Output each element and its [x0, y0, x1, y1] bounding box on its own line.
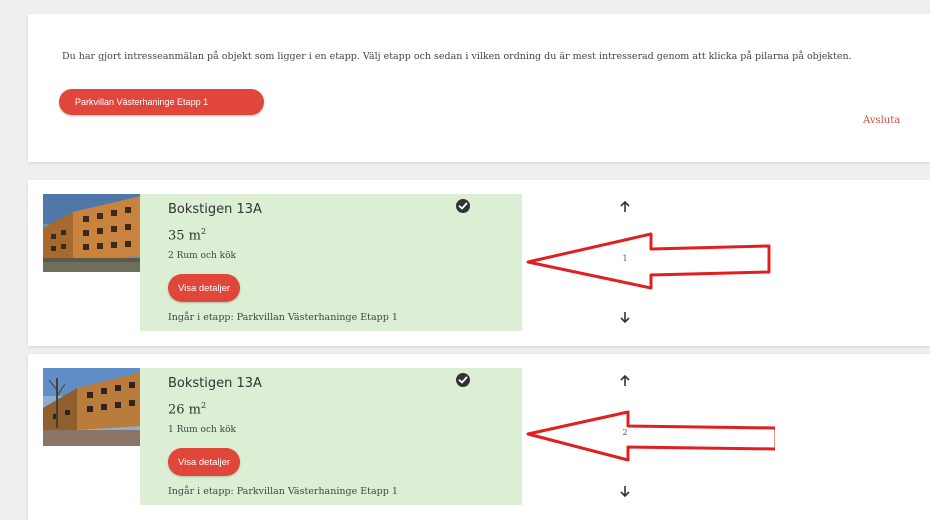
object-area: 26 m2: [168, 401, 207, 418]
object-rooms: 2 Rum och kök: [168, 251, 236, 261]
annotation-arrow-icon: [526, 232, 771, 290]
object-rooms: 1 Rum och kök: [168, 425, 236, 435]
etapp-select-button[interactable]: Parkvillan Västerhaninge Etapp 1: [59, 89, 264, 115]
object-area: 35 m2: [168, 227, 207, 244]
object-etapp: Ingår i etapp: Parkvillan Västerhaninge …: [168, 312, 398, 323]
object-info-panel: Bokstigen 13A 35 m2 2 Rum och kök Visa d…: [140, 194, 630, 331]
object-card: Bokstigen 13A 26 m2 1 Rum och kök Visa d…: [28, 354, 930, 520]
arrow-up-icon[interactable]: [614, 374, 636, 388]
visa-detaljer-button[interactable]: Visa detaljer: [168, 448, 240, 476]
check-circle-icon: [456, 373, 470, 387]
object-info-panel: Bokstigen 13A 26 m2 1 Rum och kök Visa d…: [140, 368, 630, 505]
property-photo: [43, 194, 141, 272]
check-circle-icon: [456, 199, 470, 213]
object-title: Bokstigen 13A: [168, 202, 262, 217]
arrow-down-icon[interactable]: [614, 484, 636, 498]
object-card: Bokstigen 13A 35 m2 2 Rum och kök Visa d…: [28, 180, 930, 346]
arrow-up-icon[interactable]: [614, 200, 636, 214]
object-title: Bokstigen 13A: [168, 376, 262, 391]
annotation-arrow-icon: [526, 410, 775, 462]
property-photo: [43, 368, 141, 446]
object-etapp: Ingår i etapp: Parkvillan Västerhaninge …: [168, 486, 398, 497]
visa-detaljer-button[interactable]: Visa detaljer: [168, 274, 240, 302]
etapp-info-card: Du har gjort intresseanmälan på objekt s…: [28, 14, 930, 162]
avsluta-link[interactable]: Avsluta: [863, 115, 900, 126]
arrow-down-icon[interactable]: [614, 310, 636, 324]
info-text: Du har gjort intresseanmälan på objekt s…: [62, 51, 852, 62]
